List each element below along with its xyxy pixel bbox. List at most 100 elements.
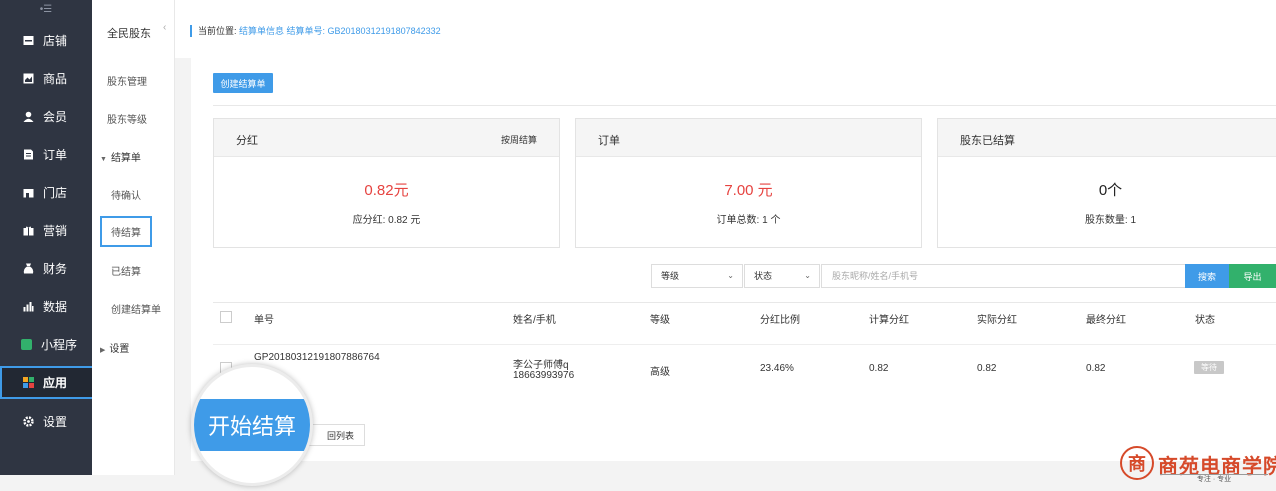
- sidebar-item-marketing[interactable]: 营销: [0, 214, 92, 246]
- orders-card: 订单 7.00 元 订单总数: 1 个: [575, 118, 922, 248]
- subnav-group-label: 设置: [109, 344, 130, 355]
- settled-value: 0个: [1098, 182, 1123, 199]
- th-status: 状态: [1195, 315, 1215, 326]
- finance-icon: [22, 262, 34, 274]
- sidebar-item-label: 营销: [43, 223, 68, 238]
- sub-sidebar: 全民股东 股东管理 股东等级 ▼ 结算单 待确认 待结算 已结算 创建结算单 ▶ 设…: [92, 0, 175, 475]
- subnav-item-shareholder-manage[interactable]: 股东管理: [107, 73, 147, 88]
- status-badge: 等待: [1194, 361, 1224, 374]
- breadcrumb-link[interactable]: 结算单信息 结算单号: GB20180312191807842332: [239, 26, 441, 36]
- magnifier-callout: 开始结算: [191, 364, 313, 486]
- breadcrumb-prefix: 当前位置:: [198, 26, 237, 36]
- card-header: 订单: [576, 119, 921, 157]
- store-icon: [22, 34, 34, 46]
- subnav-group-settings[interactable]: ▶ 设置: [100, 340, 129, 355]
- sidebar-item-label: 会员: [43, 109, 68, 124]
- sidebar-item-miniapp[interactable]: 小程序: [0, 328, 92, 360]
- table-top-border: [213, 302, 1276, 303]
- status-select-value: 状态: [754, 271, 773, 281]
- subnav-group-label: 结算单: [110, 153, 141, 164]
- menu-toggle-icon[interactable]: •☰: [0, 0, 92, 20]
- sidebar-item-label: 订单: [43, 147, 68, 162]
- subnav-item-shareholder-level[interactable]: 股东等级: [107, 111, 147, 126]
- sidebar-item-order[interactable]: 订单: [0, 138, 92, 170]
- sidebar-item-label: 应用: [43, 376, 68, 390]
- member-icon: [22, 110, 34, 122]
- settled-card: 股东已结算 0个 股东数量: 1: [937, 118, 1276, 248]
- export-button[interactable]: 导出: [1229, 264, 1276, 288]
- card-title: 分红: [236, 135, 258, 147]
- sidebar-item-label: 设置: [43, 414, 68, 429]
- table-header-border: [213, 344, 1276, 345]
- sidebar-item-label: 数据: [43, 299, 68, 314]
- sidebar-item-label: 店铺: [43, 33, 68, 48]
- orders-value: 7.00 元: [724, 182, 773, 199]
- divider: [213, 105, 1276, 106]
- gear-icon: [22, 415, 34, 427]
- card-title: 股东已结算: [960, 135, 1015, 147]
- search-input[interactable]: 股东昵称/姓名/手机号: [821, 264, 1186, 288]
- sidebar-item-store[interactable]: 店铺: [0, 24, 92, 56]
- row-level: 高级: [650, 367, 670, 378]
- shop-icon: [22, 186, 34, 198]
- start-settlement-button[interactable]: 开始结算: [194, 399, 310, 451]
- breadcrumb-bar: 当前位置: 结算单信息 结算单号: GB20180312191807842332: [175, 0, 1276, 58]
- app-root: •☰ 店铺 商品 会员 订单 门店 营销 财务 数据 小程序 应用 设置 全民股…: [0, 0, 1276, 491]
- caret-right-icon: ▶: [100, 347, 106, 354]
- level-select-value: 等级: [661, 271, 680, 281]
- watermark-logo: 商 商苑电商学院 专注 · 专业: [1120, 446, 1276, 486]
- th-ratio: 分红比例: [760, 315, 800, 326]
- th-actual: 实际分红: [977, 315, 1017, 326]
- th-calc: 计算分红: [869, 315, 909, 326]
- level-select[interactable]: 等级 ⌄: [651, 264, 743, 288]
- logo-tagline: 专注 · 专业: [1160, 474, 1268, 484]
- main-area: 当前位置: 结算单信息 结算单号: GB20180312191807842332…: [175, 0, 1276, 475]
- card-header: 股东已结算: [938, 119, 1276, 157]
- order-icon: [22, 148, 34, 160]
- miniapp-icon: [20, 338, 32, 350]
- row-actual: 0.82: [977, 363, 997, 374]
- sidebar-item-label: 商品: [43, 71, 68, 86]
- chart-icon: [22, 300, 34, 312]
- sidebar-item-member[interactable]: 会员: [0, 100, 92, 132]
- collapse-chevron-icon[interactable]: ‹: [163, 22, 175, 36]
- row-phone: 18663993976: [513, 370, 575, 381]
- dividend-card: 分红 按周结算 0.82元 应分红: 0.82 元: [213, 118, 560, 248]
- sidebar-item-goods[interactable]: 商品: [0, 62, 92, 94]
- main-sidebar: •☰ 店铺 商品 会员 订单 门店 营销 财务 数据 小程序 应用 设置: [0, 0, 97, 475]
- create-settlement-button[interactable]: 创建结算单: [213, 73, 273, 93]
- chevron-down-icon: ⌄: [727, 271, 734, 280]
- subnav-item-pending-confirm[interactable]: 待确认: [111, 187, 141, 202]
- sidebar-item-finance[interactable]: 财务: [0, 252, 92, 284]
- subnav-item-settled[interactable]: 已结算: [111, 263, 141, 278]
- subnav-item-create-settlement[interactable]: 创建结算单: [111, 301, 161, 316]
- card-period: 按周结算: [500, 135, 537, 145]
- dividend-sub: 应分红: 0.82 元: [352, 215, 421, 226]
- search-button[interactable]: 搜索: [1185, 264, 1229, 288]
- sidebar-item-data[interactable]: 数据: [0, 290, 92, 322]
- caret-down-icon: ▼: [100, 156, 107, 163]
- sidebar-item-apps[interactable]: 应用: [0, 366, 97, 399]
- settled-sub: 股东数量: 1: [1084, 215, 1137, 226]
- card-header: 分红 按周结算: [214, 119, 559, 157]
- select-all-checkbox[interactable]: [220, 311, 232, 323]
- row-ratio: 23.46%: [760, 363, 794, 374]
- sidebar-item-shop[interactable]: 门店: [0, 176, 92, 208]
- card-title: 订单: [598, 135, 620, 147]
- goods-icon: [22, 72, 34, 84]
- row-name: 李公子师傅q: [513, 360, 569, 371]
- sidebar-item-settings[interactable]: 设置: [0, 405, 92, 437]
- status-select[interactable]: 状态 ⌄: [744, 264, 820, 288]
- th-order-no: 单号: [254, 315, 274, 326]
- breadcrumb: 当前位置: 结算单信息 结算单号: GB20180312191807842332: [190, 25, 441, 37]
- row-order-no: GP20180312191807886764: [254, 352, 380, 363]
- content-panel: 创建结算单 分红 按周结算 0.82元 应分红: 0.82 元 订单 7.00 …: [191, 58, 1276, 461]
- sidebar-item-label: 财务: [43, 261, 68, 276]
- subnav-group-settlement[interactable]: ▼ 结算单: [100, 149, 141, 164]
- apps-icon: [22, 377, 34, 389]
- gift-icon: [22, 224, 34, 236]
- sidebar-item-label: 门店: [43, 185, 68, 200]
- th-level: 等级: [650, 315, 670, 326]
- th-name-phone: 姓名/手机: [513, 315, 556, 326]
- subnav-item-pending-settle[interactable]: 待结算: [100, 216, 152, 247]
